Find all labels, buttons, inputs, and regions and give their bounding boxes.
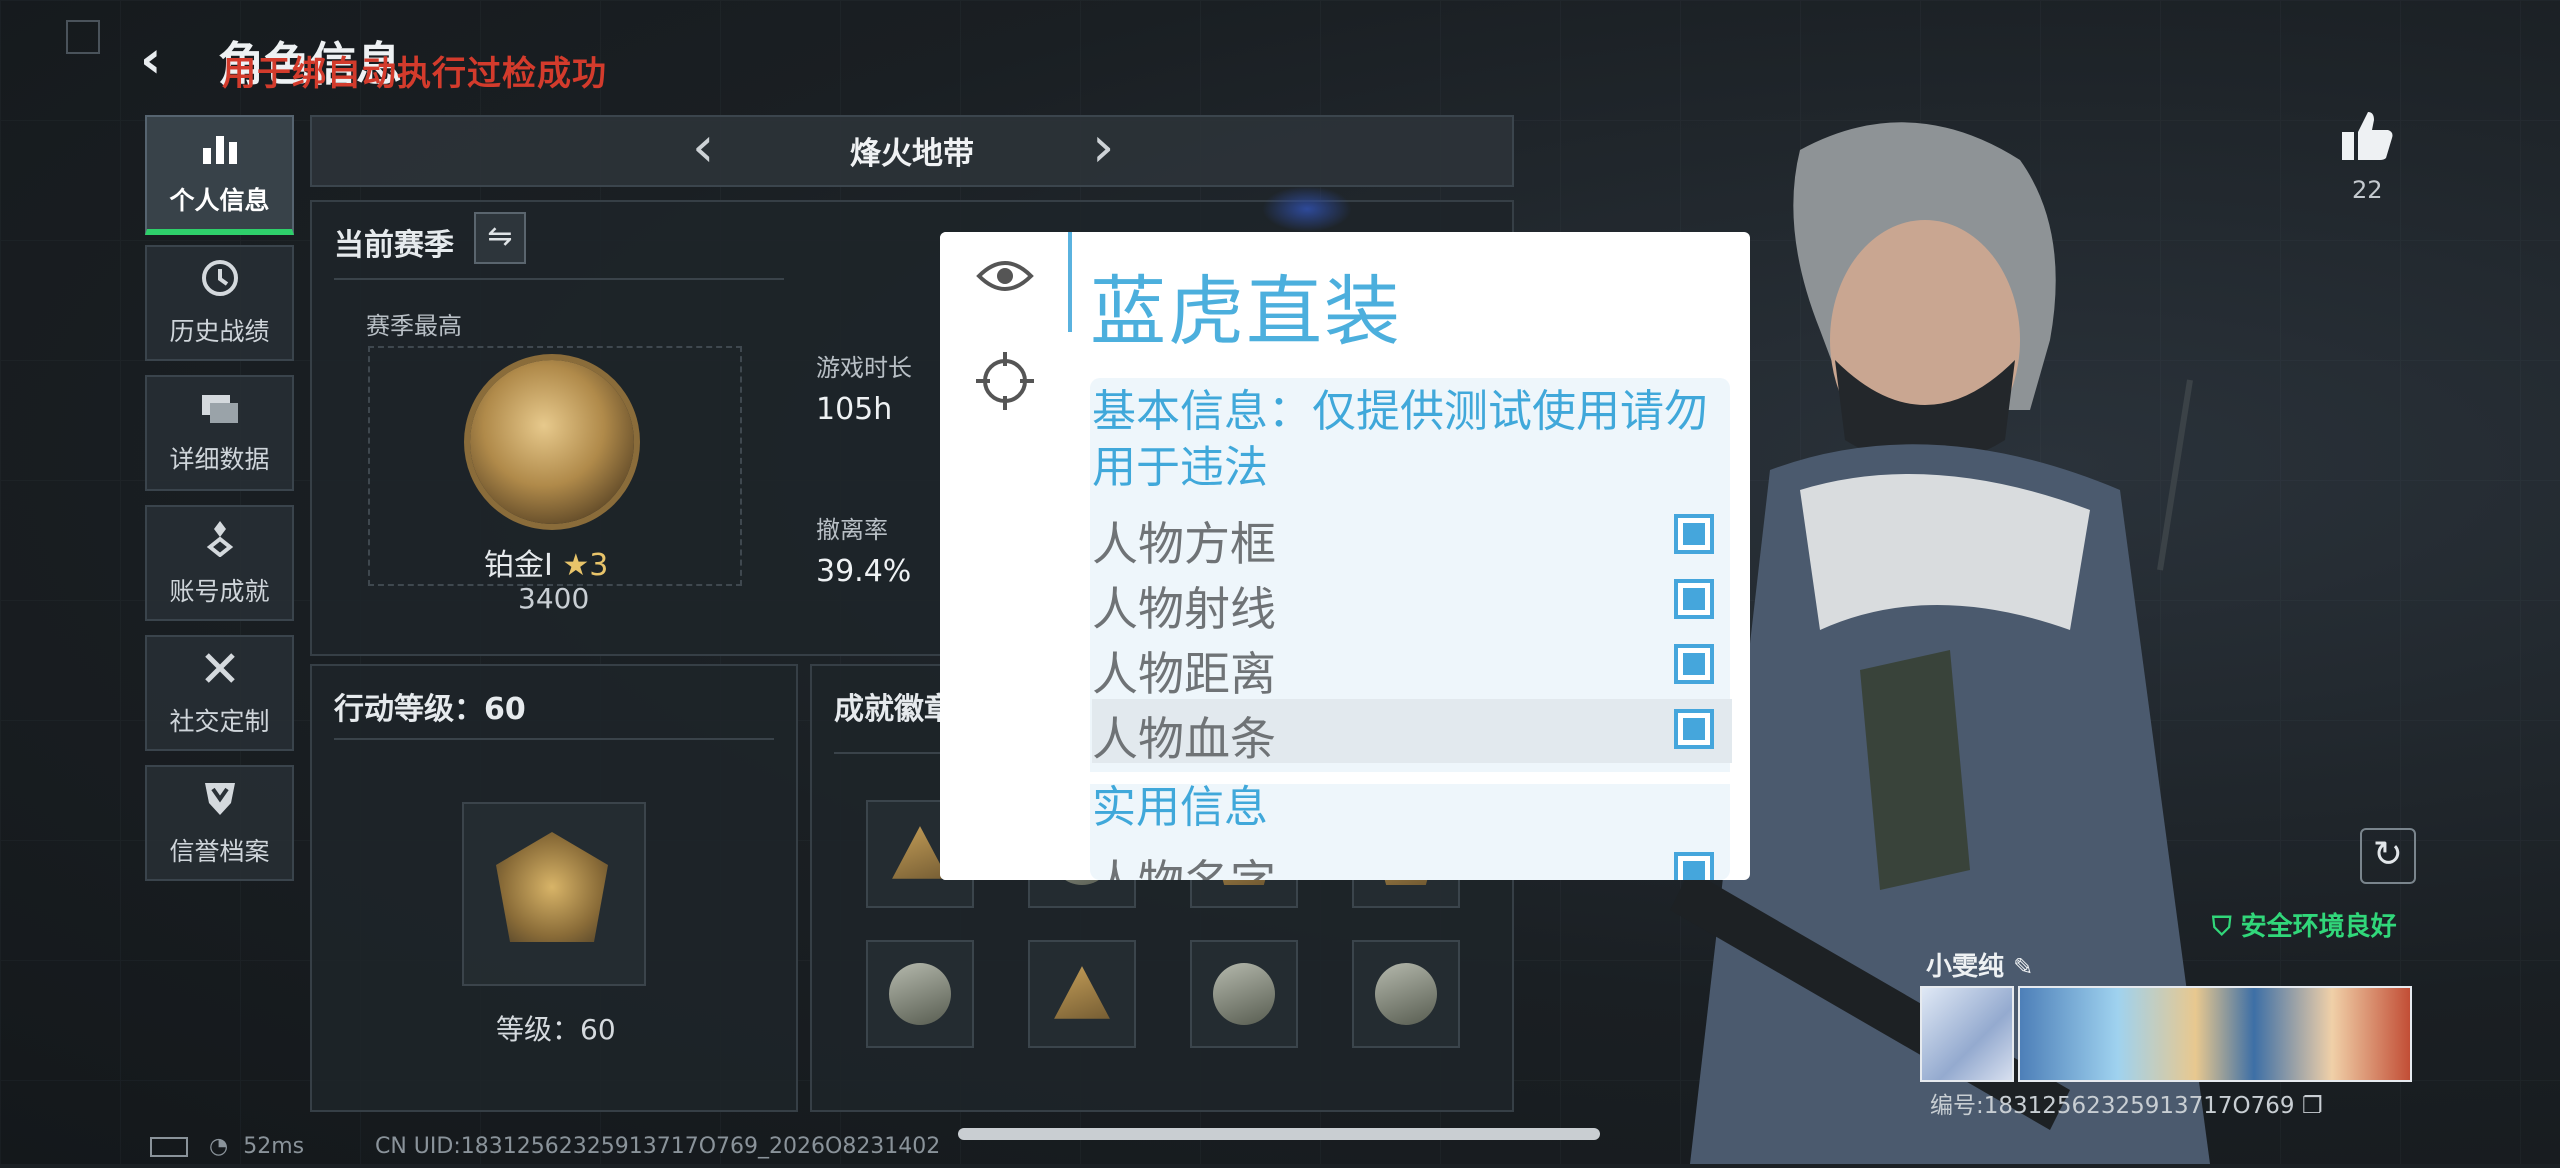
achievements-title: 成就徽章 xyxy=(834,692,954,727)
achievement-badge[interactable] xyxy=(1352,940,1460,1048)
ping-value: 52ms xyxy=(243,1134,305,1159)
divider xyxy=(334,278,784,280)
sidebar-item-history[interactable]: 历史战绩 xyxy=(145,245,294,361)
crosshair-icon[interactable] xyxy=(976,352,1034,414)
extract-rate-value: 39.4% xyxy=(816,554,912,589)
option-label: 人物血条 xyxy=(1092,712,1276,766)
action-level-title: 行动等级：60 xyxy=(334,692,526,727)
action-level-text: 等级：60 xyxy=(496,1013,616,1046)
option-label: 人物方框 xyxy=(1092,517,1276,571)
like-button[interactable] xyxy=(2340,110,2394,176)
like-count: 22 xyxy=(2352,176,2383,204)
back-arrow-icon: ‹ xyxy=(140,30,162,90)
shield-badge-icon xyxy=(1375,963,1437,1025)
refresh-button[interactable]: ↻ xyxy=(2360,828,2416,884)
option-distance[interactable]: 人物距离 xyxy=(1092,634,1732,701)
shield-icon xyxy=(201,779,239,824)
season-highest-label: 赛季最高 xyxy=(366,312,462,340)
helicopter-badge-icon xyxy=(1213,963,1275,1025)
option-checkbox[interactable] xyxy=(1674,852,1714,880)
sidebar-item-label: 个人信息 xyxy=(169,185,270,215)
refresh-icon: ↻ xyxy=(2372,834,2404,875)
bar-chart-icon xyxy=(201,130,239,173)
cheat-menu-panel: 蓝虎直装 基本信息：仅提供测试使用请勿用于违法 人物方框 人物射线 人物距离 人… xyxy=(940,232,1750,880)
thumbs-up-icon xyxy=(2342,112,2393,160)
tiger-logo-icon xyxy=(1262,186,1352,232)
option-box[interactable]: 人物方框 xyxy=(1092,504,1732,571)
overlay-message: 用于绑自动执行过检成功 xyxy=(222,54,607,94)
eye-icon[interactable] xyxy=(976,256,1034,300)
option-checkbox[interactable] xyxy=(1674,579,1714,619)
sidebar-item-label: 账号成就 xyxy=(169,576,270,606)
season-title: 当前赛季 xyxy=(334,228,454,263)
sidebar-item-details[interactable]: 详细数据 xyxy=(145,375,294,491)
mode-name: 烽火地带 xyxy=(850,136,974,172)
menu-title: 蓝虎直装 xyxy=(1090,267,1402,356)
player-name[interactable]: 小雯纯 ✎ xyxy=(1926,946,2033,983)
option-label: 人物射线 xyxy=(1092,582,1276,636)
menu-divider xyxy=(1068,232,1072,332)
rank-medal-icon xyxy=(470,360,634,524)
sidebar-item-label: 详细数据 xyxy=(169,444,270,474)
extract-rate-label: 撤离率 xyxy=(816,516,888,544)
folders-icon xyxy=(200,391,240,432)
option-health-bar[interactable]: 人物血条 xyxy=(1092,699,1732,766)
avatar-frame[interactable] xyxy=(1920,986,2014,1082)
swap-icon: ⇋ xyxy=(487,219,513,254)
option-label: 人物名字 xyxy=(1092,846,1276,880)
section-util-info: 实用信息 xyxy=(1092,782,1268,833)
sidebar-item-profile[interactable]: 个人信息 xyxy=(145,115,294,235)
chevron-left-icon: ‹ xyxy=(692,115,715,180)
option-label: 人物距离 xyxy=(1092,647,1276,701)
name-card-banner[interactable] xyxy=(2018,986,2412,1082)
home-indicator[interactable] xyxy=(958,1128,1600,1140)
wifi-icon: ◔ xyxy=(209,1134,229,1159)
playtime-label: 游戏时长 xyxy=(816,354,912,382)
safe-environment-status: ⛉ 安全环境良好 xyxy=(2212,912,2397,942)
trophy-icon xyxy=(201,519,239,564)
rank-score: 3400 xyxy=(518,582,590,615)
prev-mode-button[interactable]: ‹ xyxy=(692,118,714,178)
option-name[interactable]: 人物名字 xyxy=(1092,842,1732,880)
next-mode-button[interactable]: › xyxy=(1092,118,1114,178)
sidebar-item-social[interactable]: 社交定制 xyxy=(145,635,294,751)
achievement-badge[interactable] xyxy=(1190,940,1298,1048)
sidebar-item-reputation[interactable]: 信誉档案 xyxy=(145,765,294,881)
sidebar-item-label: 社交定制 xyxy=(169,706,270,736)
option-checkbox[interactable] xyxy=(1674,514,1714,554)
shield-check-icon: ⛉ xyxy=(2212,912,2232,942)
player-id: 编号:18312562325913717O769 ❐ xyxy=(1930,1093,2323,1119)
corner-square xyxy=(66,20,100,54)
edit-icon[interactable]: ✎ xyxy=(2013,953,2033,981)
sidebar-item-label: 历史战绩 xyxy=(169,316,270,346)
season-swap-button[interactable]: ⇋ xyxy=(474,212,526,264)
achievement-badge[interactable] xyxy=(1028,940,1136,1048)
bird-badge-icon xyxy=(889,963,951,1025)
rank-name: 铂金Ⅰ ★3 xyxy=(484,548,609,583)
pyramid-badge-icon xyxy=(1054,966,1110,1019)
menu-sidebar xyxy=(940,232,1068,880)
playtime-value: 105h xyxy=(816,392,893,427)
copy-icon[interactable]: ❐ xyxy=(2302,1093,2323,1119)
tools-icon xyxy=(201,649,239,694)
option-checkbox[interactable] xyxy=(1674,644,1714,684)
back-button[interactable]: ‹ xyxy=(140,30,200,90)
battery-icon xyxy=(150,1137,188,1157)
sidebar-item-achievements[interactable]: 账号成就 xyxy=(145,505,294,621)
uid-text: CN UID:18312562325913717O769_2026O823140… xyxy=(375,1134,941,1159)
option-checkbox[interactable] xyxy=(1674,709,1714,749)
chevron-right-icon: › xyxy=(1092,115,1115,180)
clock-icon xyxy=(201,259,239,304)
achievement-badge[interactable] xyxy=(866,940,974,1048)
section-basic-info: 基本信息：仅提供测试使用请勿用于违法 xyxy=(1092,386,1708,493)
option-line[interactable]: 人物射线 xyxy=(1092,569,1732,636)
status-bar: ◔ 52ms xyxy=(150,1134,304,1159)
sidebar-item-label: 信誉档案 xyxy=(169,836,270,866)
divider xyxy=(334,738,774,740)
